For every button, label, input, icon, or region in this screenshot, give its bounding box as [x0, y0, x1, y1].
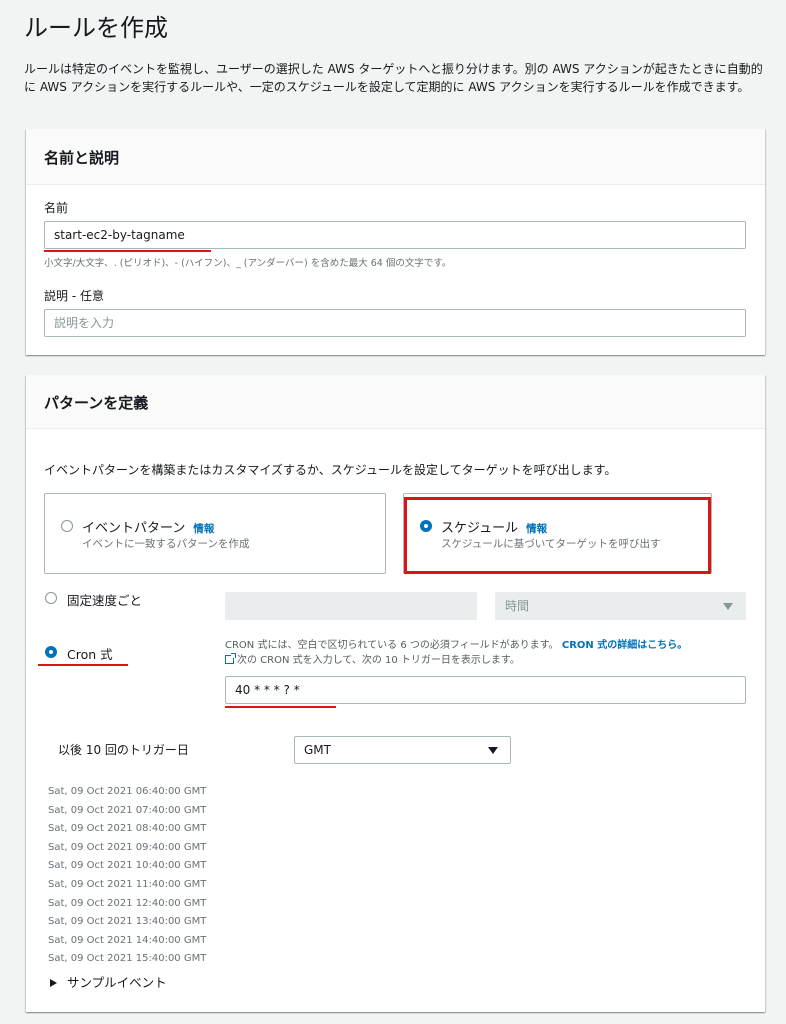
annotation-box — [404, 497, 711, 574]
list-item: Sat, 09 Oct 2021 07:40:00 GMT — [48, 804, 207, 816]
description-label: 説明 - 任意 — [44, 289, 104, 303]
description-input[interactable]: 説明を入力 — [44, 309, 746, 337]
list-item: Sat, 09 Oct 2021 06:40:00 GMT — [48, 786, 207, 797]
list-item: Sat, 09 Oct 2021 12:40:00 GMT — [48, 897, 207, 909]
list-item: Sat, 09 Oct 2021 10:40:00 GMT — [48, 860, 207, 872]
list-item: Sat, 09 Oct 2021 09:40:00 GMT — [48, 841, 207, 853]
event-pattern-tile[interactable]: イベントパターン 情報 イベントに一致するパターンを作成 — [44, 493, 386, 574]
cron-label: Cron 式 — [67, 647, 113, 662]
caret-right-icon — [50, 979, 57, 987]
name-hint: 小文字/大文字、. (ピリオド)、- (ハイフン)、_ (アンダーバー) を含め… — [44, 258, 452, 269]
list-item: Sat, 09 Oct 2021 08:40:00 GMT — [48, 823, 207, 835]
name-label: 名前 — [44, 201, 69, 215]
next-triggers-label: 以後 10 回のトリガー日 — [58, 743, 189, 757]
list-item: Sat, 09 Oct 2021 14:40:00 GMT — [48, 934, 207, 946]
name-input[interactable]: start-ec2-by-tagname — [44, 221, 746, 249]
cron-help: CRON 式には、空白で区切られている 6 つの必須フィールドがあります。 CR… — [225, 640, 688, 666]
define-pattern-panel: パターンを定義 イベントパターンを構築またはカスタマイズするか、スケジュールを設… — [26, 375, 765, 1012]
chevron-down-icon — [723, 603, 733, 610]
external-link-icon — [225, 653, 236, 664]
cron-expression-input[interactable]: 40 * * * ? * — [225, 676, 746, 704]
page-title: ルールを作成 — [24, 14, 168, 42]
page-description: ルールは特定のイベントを監視し、ユーザーの選択した AWS ターゲットへと振り分… — [24, 62, 763, 94]
event-pattern-radio[interactable] — [61, 520, 73, 532]
list-item: Sat, 09 Oct 2021 11:40:00 GMT — [48, 878, 207, 890]
annotation-underline — [44, 250, 211, 252]
panel-title: 名前と説明 — [44, 149, 120, 167]
annotation-underline — [225, 706, 336, 708]
timezone-select[interactable]: GMT — [294, 736, 511, 764]
event-pattern-info-link[interactable]: 情報 — [193, 523, 214, 535]
annotation-underline — [38, 664, 128, 666]
pattern-intro: イベントパターンを構築またはカスタマイズするか、スケジュールを設定してターゲット… — [44, 463, 617, 477]
panel-header: 名前と説明 — [26, 129, 765, 185]
list-item: Sat, 09 Oct 2021 15:40:00 GMT — [48, 953, 207, 965]
sample-event-toggle[interactable]: サンプルイベント — [50, 972, 167, 991]
event-pattern-subtitle: イベントに一致するパターンを作成 — [82, 538, 250, 550]
chevron-down-icon — [488, 747, 498, 754]
panel-title: パターンを定義 — [44, 394, 149, 412]
fixed-rate-label: 固定速度ごと — [67, 593, 143, 608]
trigger-dates-list: Sat, 09 Oct 2021 06:40:00 GMT Sat, 09 Oc… — [48, 783, 206, 969]
list-item: Sat, 09 Oct 2021 13:40:00 GMT — [48, 916, 207, 928]
fixed-rate-value-input[interactable] — [225, 592, 477, 620]
panel-header: パターンを定義 — [26, 375, 765, 429]
name-description-panel: 名前と説明 名前 start-ec2-by-tagname 小文字/大文字、. … — [26, 129, 765, 355]
cron-details-link[interactable]: CRON 式の詳細はこちら。 — [562, 640, 687, 651]
cron-radio[interactable] — [45, 646, 57, 658]
event-pattern-title: イベントパターン 情報 — [82, 521, 215, 536]
fixed-rate-unit-select[interactable]: 時間 — [495, 592, 746, 620]
fixed-rate-radio[interactable] — [45, 592, 57, 604]
